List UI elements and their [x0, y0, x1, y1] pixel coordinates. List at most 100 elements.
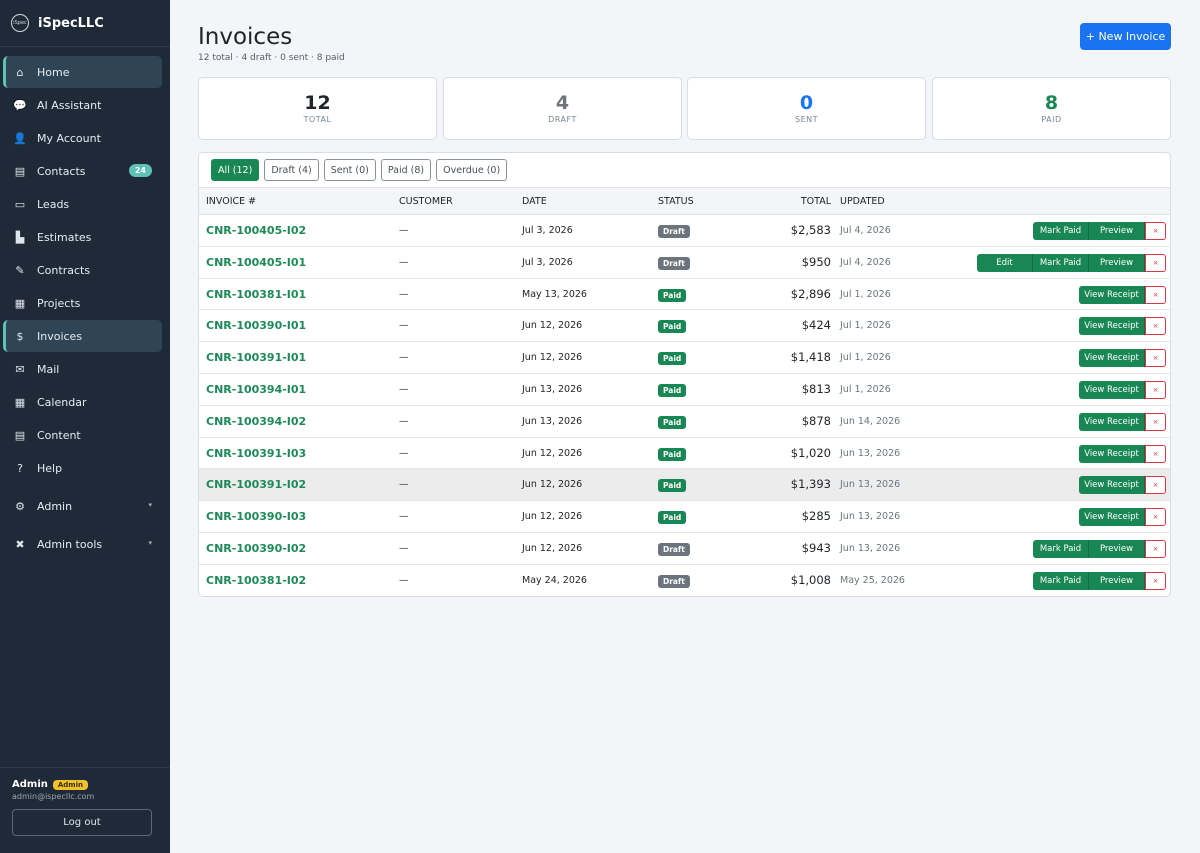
- delete-button[interactable]: ×: [1145, 253, 1166, 272]
- delete-button[interactable]: ×: [1145, 444, 1166, 463]
- sidebar-item-calendar[interactable]: ▦ Calendar: [3, 386, 162, 418]
- column-header-date[interactable]: DATE: [522, 196, 547, 207]
- view-receipt-button[interactable]: View Receipt: [1079, 444, 1145, 463]
- table-row[interactable]: CNR-100391-I02 — Jun 12, 2026 Paid $1,393 Jun…: [199, 469, 1170, 502]
- preview-button[interactable]: Preview: [1089, 571, 1145, 590]
- sidebar-footer: Admin Admin admin@ispecllc.com Log out: [0, 767, 170, 836]
- filter-paid[interactable]: Paid (8): [380, 159, 432, 181]
- stat-label: PAID: [1041, 115, 1062, 124]
- row-actions: View Receipt ×: [1079, 349, 1166, 368]
- sidebar-item-contracts[interactable]: ✎ Contracts: [3, 254, 162, 286]
- status-badge: Paid: [658, 288, 687, 302]
- date-cell: Jun 12, 2026: [522, 320, 583, 332]
- table-row[interactable]: CNR-100391-I01 — Jun 12, 2026 Paid $1,418 Jul…: [199, 342, 1170, 374]
- user-icon: 👤: [13, 131, 27, 145]
- delete-button[interactable]: ×: [1145, 285, 1166, 304]
- filter-draft[interactable]: Draft (4): [264, 159, 319, 181]
- sidebar-item-help[interactable]: ? Help: [3, 452, 162, 484]
- sidebar-group-admin[interactable]: ⚙ Admin ▾: [3, 490, 162, 522]
- table-row[interactable]: CNR-100405-I01 — Jul 3, 2026 Draft $950 Jul 4…: [199, 247, 1170, 279]
- delete-button[interactable]: ×: [1145, 349, 1166, 368]
- mark-paid-button[interactable]: Mark Paid: [1033, 253, 1089, 272]
- invoice-link[interactable]: CNR-100391-I02: [206, 478, 306, 491]
- edit-button[interactable]: Edit: [977, 253, 1033, 272]
- table-row[interactable]: CNR-100390-I03 — Jun 12, 2026 Paid $285 Jun 1…: [199, 501, 1170, 533]
- date-cell: Jun 12, 2026: [522, 447, 583, 459]
- delete-button[interactable]: ×: [1145, 222, 1166, 240]
- brand[interactable]: iSpec iSpecLLC: [0, 0, 170, 47]
- invoice-link[interactable]: CNR-100394-I02: [206, 415, 306, 428]
- sidebar-item-estimates[interactable]: ▙ Estimates: [3, 221, 162, 253]
- mark-paid-button[interactable]: Mark Paid: [1033, 222, 1089, 240]
- total-cell: $950: [801, 254, 831, 269]
- total-cell: $2,583: [790, 223, 831, 237]
- column-header-customer[interactable]: CUSTOMER: [399, 196, 453, 207]
- date-cell: Jul 3, 2026: [522, 225, 573, 236]
- column-header-updated[interactable]: UPDATED: [840, 196, 885, 207]
- view-receipt-button[interactable]: View Receipt: [1079, 412, 1145, 431]
- view-receipt-button[interactable]: View Receipt: [1079, 317, 1145, 336]
- new-invoice-button[interactable]: + New Invoice: [1080, 23, 1171, 50]
- invoice-link[interactable]: CNR-100391-I01: [206, 351, 306, 364]
- delete-button[interactable]: ×: [1145, 539, 1166, 558]
- chevron-down-icon: ▾: [148, 501, 152, 509]
- status-cell: Paid: [658, 320, 687, 334]
- preview-button[interactable]: Preview: [1089, 222, 1145, 240]
- preview-button[interactable]: Preview: [1089, 539, 1145, 558]
- invoice-link[interactable]: CNR-100405-I01: [206, 256, 306, 269]
- sidebar-item-projects[interactable]: ▦ Projects: [3, 287, 162, 319]
- sidebar-group-admin-tools[interactable]: ✖ Admin tools ▾: [3, 528, 162, 560]
- delete-button[interactable]: ×: [1145, 476, 1166, 495]
- table-row[interactable]: CNR-100394-I01 — Jun 13, 2026 Paid $813 Jul 1…: [199, 374, 1170, 406]
- table-row[interactable]: CNR-100381-I01 — May 13, 2026 Paid $2,896 Jul…: [199, 279, 1170, 311]
- sidebar-item-invoices[interactable]: $ Invoices: [3, 320, 162, 352]
- delete-button[interactable]: ×: [1145, 508, 1166, 527]
- table-row[interactable]: CNR-100405-I02 — Jul 3, 2026 Draft $2,583 Jul…: [199, 215, 1170, 247]
- filter-overdue[interactable]: Overdue (0): [436, 159, 508, 181]
- column-header-invoice[interactable]: INVOICE #: [206, 196, 256, 207]
- filter-all[interactable]: All (12): [211, 159, 260, 181]
- invoice-link[interactable]: CNR-100390-I01: [206, 319, 306, 332]
- sidebar-item-mail[interactable]: ✉ Mail: [3, 353, 162, 385]
- status-cell: Draft: [658, 542, 690, 556]
- delete-button[interactable]: ×: [1145, 412, 1166, 431]
- table-row[interactable]: CNR-100390-I01 — Jun 12, 2026 Paid $424 Jul 1…: [199, 310, 1170, 343]
- sidebar-item-leads[interactable]: ▭ Leads: [3, 188, 162, 220]
- updated-cell: May 25, 2026: [840, 574, 905, 586]
- invoice-link[interactable]: CNR-100390-I02: [206, 542, 306, 555]
- view-receipt-button[interactable]: View Receipt: [1079, 476, 1145, 495]
- view-receipt-button[interactable]: View Receipt: [1079, 508, 1145, 527]
- sidebar-item-ai-assistant[interactable]: 💬 AI Assistant: [3, 89, 162, 121]
- filter-sent[interactable]: Sent (0): [323, 159, 376, 181]
- view-receipt-button[interactable]: View Receipt: [1079, 349, 1145, 368]
- mark-paid-button[interactable]: Mark Paid: [1033, 571, 1089, 590]
- sidebar-item-home[interactable]: ⌂ Home: [3, 56, 162, 88]
- view-receipt-button[interactable]: View Receipt: [1079, 380, 1145, 399]
- mark-paid-button[interactable]: Mark Paid: [1033, 539, 1089, 558]
- invoice-link[interactable]: CNR-100394-I01: [206, 383, 306, 396]
- sidebar-item-my-account[interactable]: 👤 My Account: [3, 122, 162, 154]
- sidebar-item-content[interactable]: ▤ Content: [3, 419, 162, 451]
- table-row[interactable]: CNR-100381-I02 — May 24, 2026 Draft $1,008 Ma…: [199, 565, 1170, 596]
- column-header-status[interactable]: STATUS: [658, 196, 694, 207]
- row-actions: View Receipt ×: [1079, 317, 1166, 336]
- column-header-total[interactable]: TOTAL: [801, 196, 831, 207]
- view-receipt-button[interactable]: View Receipt: [1079, 285, 1145, 304]
- table-row[interactable]: CNR-100391-I03 — Jun 12, 2026 Paid $1,020 Jun…: [199, 438, 1170, 470]
- table-row[interactable]: CNR-100394-I02 — Jun 13, 2026 Paid $878 Jun 1…: [199, 406, 1170, 438]
- delete-button[interactable]: ×: [1145, 317, 1166, 336]
- logout-button[interactable]: Log out: [12, 809, 152, 836]
- sidebar-item-label: Contracts: [37, 263, 91, 277]
- delete-button[interactable]: ×: [1145, 571, 1166, 590]
- row-actions: Mark Paid Preview ×: [1033, 539, 1166, 558]
- invoice-link[interactable]: CNR-100405-I02: [206, 224, 306, 237]
- preview-button[interactable]: Preview: [1089, 253, 1145, 272]
- sidebar-item-contacts[interactable]: ▤ Contacts 24: [3, 155, 162, 187]
- invoice-link[interactable]: CNR-100381-I01: [206, 288, 306, 301]
- invoice-link[interactable]: CNR-100381-I02: [206, 574, 306, 587]
- updated-cell: Jul 1, 2026: [840, 320, 891, 332]
- invoice-link[interactable]: CNR-100391-I03: [206, 447, 306, 460]
- table-row[interactable]: CNR-100390-I02 — Jun 12, 2026 Draft $943 Jun …: [199, 533, 1170, 565]
- delete-button[interactable]: ×: [1145, 380, 1166, 399]
- invoice-link[interactable]: CNR-100390-I03: [206, 510, 306, 523]
